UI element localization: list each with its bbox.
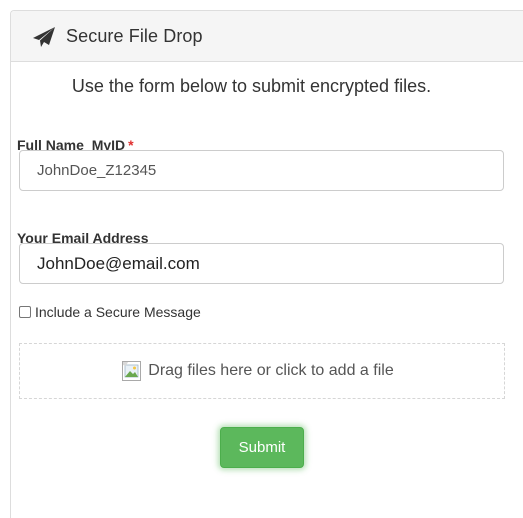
- dropzone-text: Drag files here or click to add a file: [148, 362, 394, 379]
- full-name-input[interactable]: [19, 150, 504, 191]
- email-input[interactable]: [19, 243, 504, 284]
- panel-title: Secure File Drop: [66, 25, 203, 46]
- secure-message-option[interactable]: Include a Secure Message: [19, 304, 201, 320]
- intro-text: Use the form below to submit encrypted f…: [71, 76, 432, 96]
- panel-header: Secure File Drop: [11, 11, 523, 62]
- file-dropzone[interactable]: Drag files here or click to add a file: [19, 343, 505, 399]
- paper-plane-icon: [33, 27, 55, 47]
- submit-button[interactable]: Submit: [220, 427, 304, 468]
- secure-message-label[interactable]: Include a Secure Message: [35, 304, 201, 320]
- broken-image-icon: [122, 361, 142, 381]
- secure-message-checkbox[interactable]: [19, 306, 31, 318]
